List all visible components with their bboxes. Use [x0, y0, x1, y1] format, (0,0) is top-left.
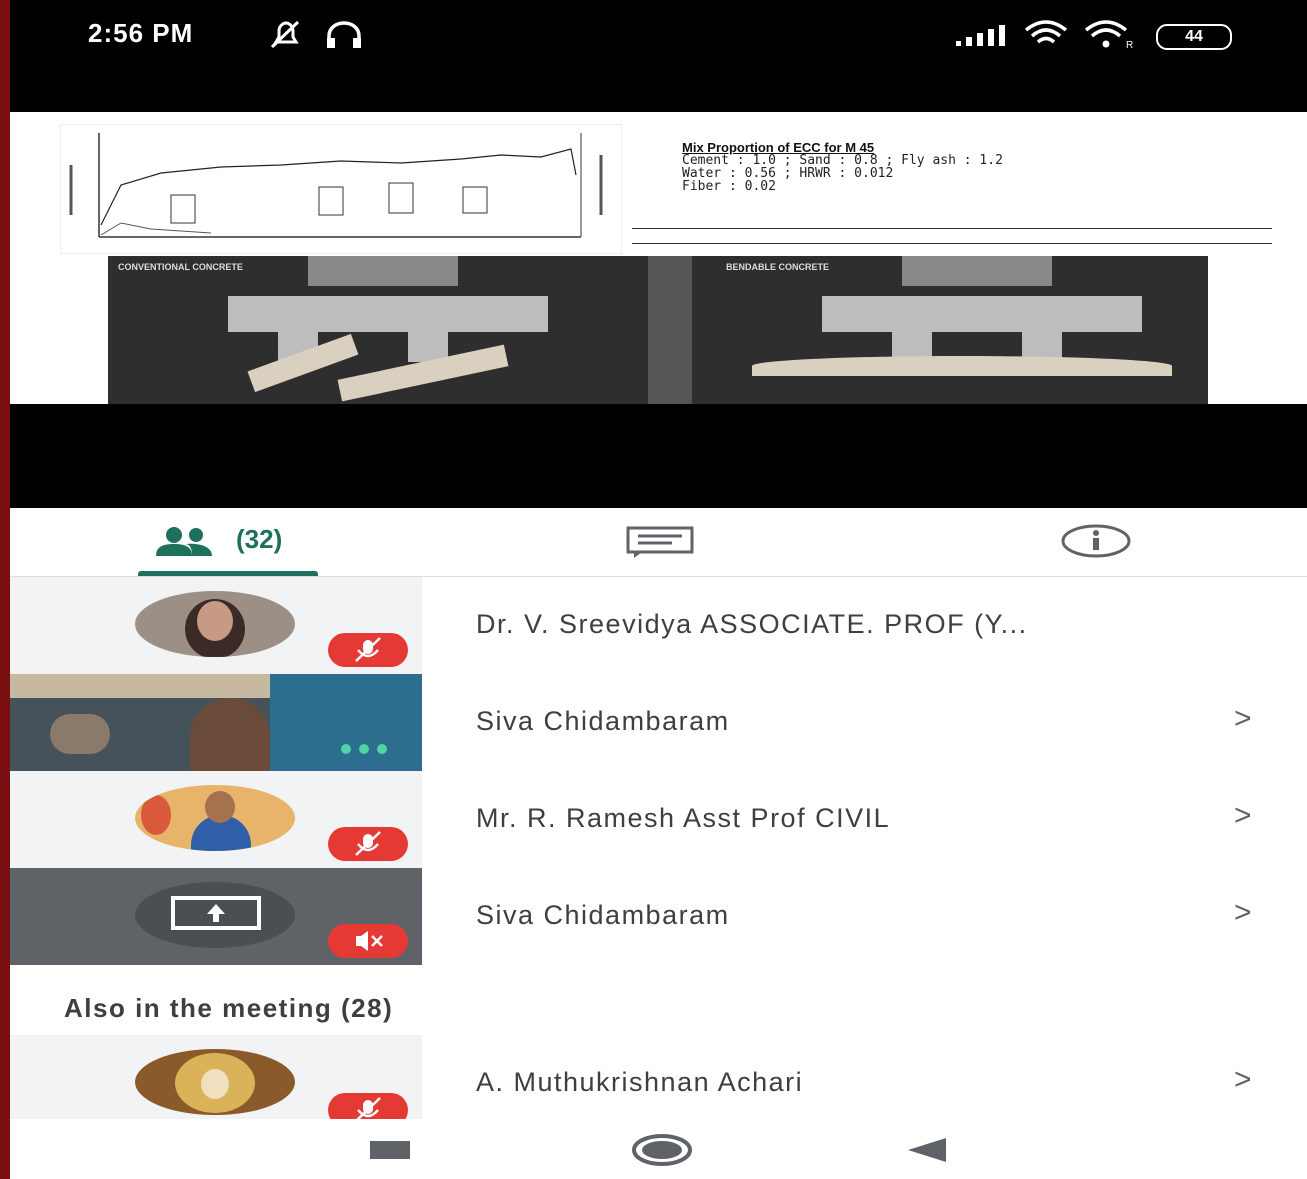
participant-row[interactable]: A. Muthukrishnan Achari > [10, 1035, 1307, 1119]
participant-tile [10, 868, 422, 965]
video-letterbox [10, 404, 1307, 508]
people-icon [148, 526, 228, 561]
mix-table-image [632, 228, 1272, 244]
participant-row[interactable]: Mr. R. Ramesh Asst Prof CIVIL > [10, 771, 1307, 868]
photo-label: BENDABLE CONCRETE [726, 262, 830, 272]
participant-name: Dr. V. Sreevidya ASSOCIATE. PROF (Y... [476, 609, 1028, 639]
participant-row[interactable]: Dr. V. Sreevidya ASSOCIATE. PROF (Y... [10, 577, 1307, 674]
system-nav-bar [10, 1119, 1307, 1179]
participant-list: Dr. V. Sreevidya ASSOCIATE. PROF (Y... S… [10, 577, 1307, 1119]
mute-bell-icon [268, 20, 304, 55]
participant-tile [10, 577, 422, 674]
participant-video [10, 674, 422, 771]
recents-button[interactable] [370, 1141, 412, 1166]
avatar [135, 785, 295, 851]
tab-chat[interactable] [610, 508, 710, 576]
mix-line: Fiber : 0.02 [682, 179, 776, 194]
tab-people[interactable]: (32) [138, 508, 318, 576]
mic-off-icon [328, 827, 408, 861]
mic-off-icon [328, 633, 408, 667]
photo-label: CONVENTIONAL CONCRETE [118, 262, 243, 272]
avatar [135, 591, 295, 657]
battery-icon: 44 [1156, 24, 1232, 50]
participant-tile [10, 1035, 422, 1119]
chat-icon [626, 526, 696, 563]
wifi-icon: R [1084, 20, 1140, 55]
present-screen-icon [171, 896, 261, 937]
bendable-concrete-photo: BENDABLE CONCRETE [692, 256, 1208, 404]
chevron-right-icon[interactable]: > [1234, 702, 1252, 736]
participant-row[interactable]: Siva Chidambaram > [10, 674, 1307, 771]
wifi-icon [1024, 20, 1068, 55]
conventional-concrete-photo: CONVENTIONAL CONCRETE [108, 256, 692, 404]
meeting-tabs: (32) [10, 508, 1307, 577]
participant-name: Siva Chidambaram [476, 706, 730, 736]
chevron-right-icon[interactable]: > [1234, 896, 1252, 930]
info-icon [1060, 524, 1132, 563]
tab-info[interactable] [1050, 508, 1150, 576]
participant-name: Siva Chidambaram [476, 900, 730, 930]
participant-name: A. Muthukrishnan Achari [476, 1067, 804, 1097]
chevron-right-icon[interactable]: > [1234, 1063, 1252, 1097]
avatar [135, 1049, 295, 1115]
phone-screen: 2:56 PM R 44 Mix Proportion of ECC for M… [10, 0, 1307, 1179]
status-time: 2:56 PM [88, 18, 194, 48]
speaking-indicator-icon [340, 742, 400, 760]
headset-icon [324, 20, 364, 55]
shared-slide: Mix Proportion of ECC for M 45 Cement : … [10, 112, 1307, 404]
stress-strain-chart-image [60, 124, 622, 254]
participant-name: Mr. R. Ramesh Asst Prof CIVIL [476, 803, 891, 833]
svg-text:R: R [1126, 40, 1133, 50]
participant-row[interactable]: Siva Chidambaram > [10, 868, 1307, 965]
avatar [135, 882, 295, 948]
signal-icon [956, 24, 1008, 51]
back-button[interactable] [906, 1137, 950, 1168]
status-bar: 2:56 PM R 44 [10, 0, 1307, 112]
chevron-right-icon[interactable]: > [1234, 799, 1252, 833]
section-heading: Also in the meeting (28) [64, 993, 394, 1023]
mic-off-icon [328, 924, 408, 958]
home-button[interactable] [630, 1133, 694, 1172]
mic-off-icon [328, 1093, 408, 1119]
people-count: (32) [236, 524, 283, 554]
active-tab-indicator [138, 571, 318, 576]
participant-tile [10, 771, 422, 868]
